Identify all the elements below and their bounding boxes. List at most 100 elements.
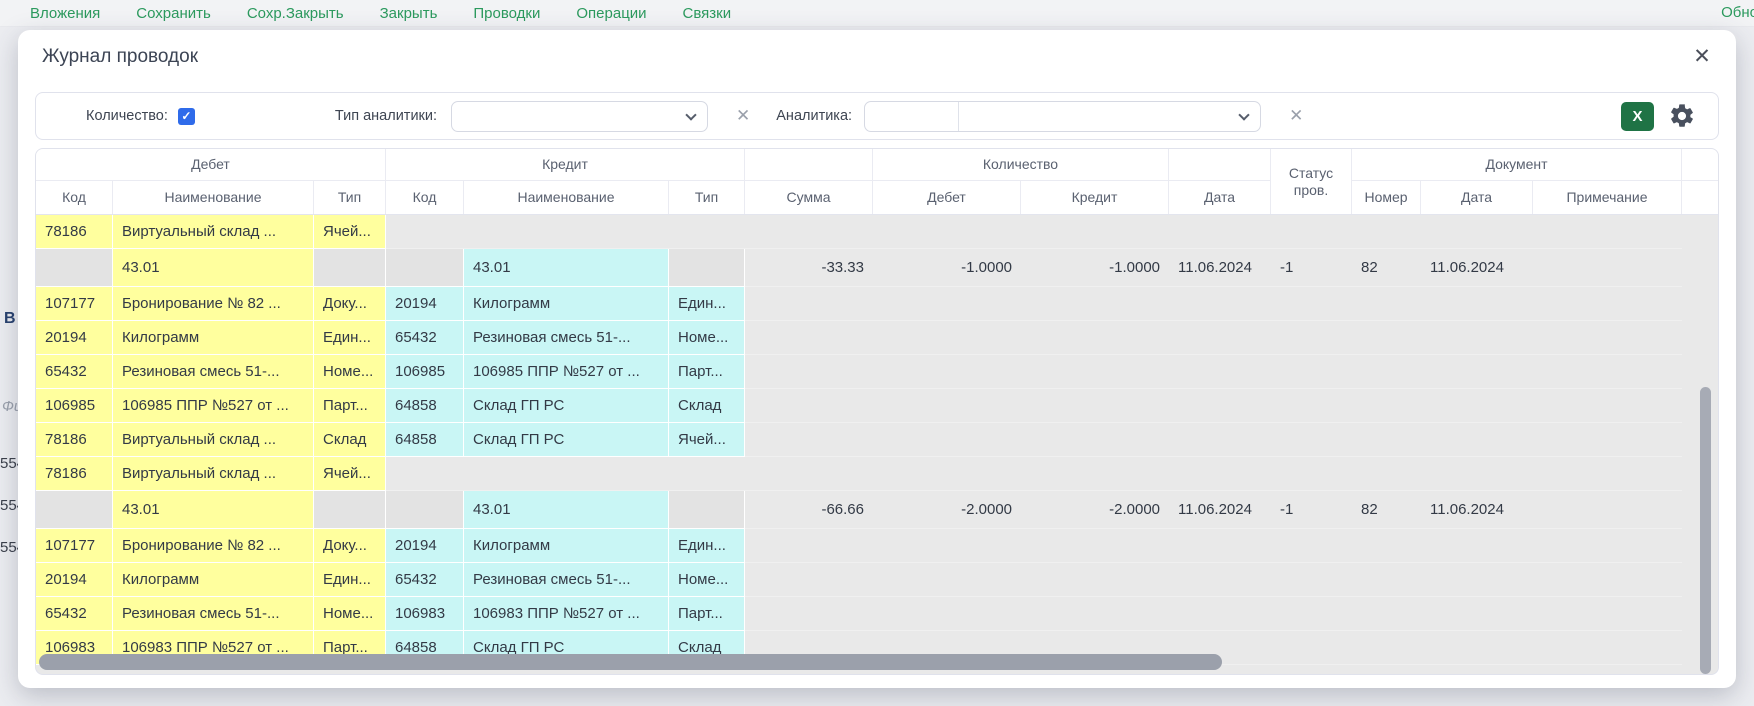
cell-credit-code[interactable]: 106983 <box>386 597 464 631</box>
close-icon[interactable]: ✕ <box>1688 42 1716 70</box>
cell-qty-debit[interactable]: -2.0000 <box>873 491 1021 529</box>
cell-debit-type[interactable]: Парт... <box>314 389 386 423</box>
cell-date[interactable] <box>1169 355 1271 389</box>
cell-credit-name[interactable]: Килограмм <box>464 529 669 563</box>
cell-sum[interactable] <box>745 563 873 597</box>
cell-credit-code[interactable] <box>386 457 464 491</box>
table-row[interactable]: 65432Резиновая смесь 51-...Номе...106983… <box>36 597 1718 631</box>
table-row[interactable]: 20194КилограммЕдин...65432Резиновая смес… <box>36 563 1718 597</box>
cell-credit-code[interactable]: 106985 <box>386 355 464 389</box>
cell-credit-name[interactable]: Склад ГП РС <box>464 389 669 423</box>
table-row[interactable]: 43.0143.01-66.66-2.0000-2.000011.06.2024… <box>36 491 1718 529</box>
cell-debit-name[interactable]: 106985 ППР №527 от ... <box>113 389 314 423</box>
cell-qty-credit[interactable] <box>1021 389 1169 423</box>
cell-qty-debit[interactable] <box>873 563 1021 597</box>
cell-debit-code[interactable]: 107177 <box>36 287 113 321</box>
cell-debit-type[interactable]: Склад <box>314 423 386 457</box>
cell-doc-number[interactable] <box>1352 215 1421 249</box>
column-header-qty-debit[interactable]: Дебет <box>873 181 1021 214</box>
menu-item-save-close[interactable]: Сохр.Закрыть <box>247 5 344 22</box>
cell-doc-date[interactable] <box>1421 287 1533 321</box>
cell-date[interactable] <box>1169 389 1271 423</box>
cell-doc-date[interactable]: 11.06.2024 <box>1421 249 1533 287</box>
cell-credit-type[interactable]: Един... <box>669 287 745 321</box>
cell-note[interactable] <box>1533 457 1682 491</box>
cell-doc-date[interactable] <box>1421 563 1533 597</box>
cell-credit-name[interactable] <box>464 457 669 491</box>
table-row[interactable]: 107177Бронирование № 82 ...Доку...20194К… <box>36 287 1718 321</box>
quantity-checkbox[interactable]: ✓ <box>178 108 195 125</box>
cell-debit-name[interactable]: Бронирование № 82 ... <box>113 287 314 321</box>
cell-debit-type[interactable]: Ячей... <box>314 215 386 249</box>
cell-doc-date[interactable] <box>1421 321 1533 355</box>
cell-qty-debit[interactable]: -1.0000 <box>873 249 1021 287</box>
analytics-select[interactable] <box>864 101 1261 132</box>
cell-qty-debit[interactable] <box>873 597 1021 631</box>
cell-doc-date[interactable]: 11.06.2024 <box>1421 491 1533 529</box>
cell-credit-type[interactable] <box>669 215 745 249</box>
cell-doc-date[interactable] <box>1421 215 1533 249</box>
cell-qty-credit[interactable] <box>1021 287 1169 321</box>
cell-debit-name[interactable]: Резиновая смесь 51-... <box>113 597 314 631</box>
cell-sum[interactable] <box>745 355 873 389</box>
cell-date[interactable] <box>1169 597 1271 631</box>
cell-credit-name[interactable]: Склад ГП РС <box>464 423 669 457</box>
cell-qty-debit[interactable] <box>873 423 1021 457</box>
table-row[interactable]: 78186Виртуальный склад ...Ячей... <box>36 215 1718 249</box>
cell-debit-name[interactable]: Виртуальный склад ... <box>113 457 314 491</box>
cell-note[interactable] <box>1533 529 1682 563</box>
cell-credit-code[interactable]: 65432 <box>386 321 464 355</box>
cell-credit-type[interactable] <box>669 249 745 287</box>
cell-date[interactable] <box>1169 215 1271 249</box>
cell-credit-type[interactable] <box>669 491 745 529</box>
table-row[interactable]: 78186Виртуальный склад ...Склад64858Скла… <box>36 423 1718 457</box>
cell-qty-debit[interactable] <box>873 389 1021 423</box>
cell-credit-type[interactable]: Парт... <box>669 597 745 631</box>
cell-credit-code[interactable]: 65432 <box>386 563 464 597</box>
cell-status[interactable] <box>1271 423 1352 457</box>
cell-qty-debit[interactable] <box>873 287 1021 321</box>
cell-doc-date[interactable] <box>1421 423 1533 457</box>
cell-debit-code[interactable]: 78186 <box>36 457 113 491</box>
menu-item-save[interactable]: Сохранить <box>136 5 211 22</box>
cell-sum[interactable] <box>745 597 873 631</box>
cell-sum[interactable] <box>745 457 873 491</box>
cell-note[interactable] <box>1533 563 1682 597</box>
cell-debit-type[interactable] <box>314 491 386 529</box>
cell-debit-code[interactable] <box>36 491 113 529</box>
cell-debit-name[interactable]: Виртуальный склад ... <box>113 215 314 249</box>
cell-debit-name[interactable]: Килограмм <box>113 563 314 597</box>
cell-qty-debit[interactable] <box>873 529 1021 563</box>
cell-doc-number[interactable] <box>1352 529 1421 563</box>
cell-debit-code[interactable]: 65432 <box>36 597 113 631</box>
column-header-qty-credit[interactable]: Кредит <box>1021 181 1169 214</box>
table-row[interactable]: 43.0143.01-33.33-1.0000-1.000011.06.2024… <box>36 249 1718 287</box>
cell-debit-code[interactable]: 65432 <box>36 355 113 389</box>
cell-sum[interactable]: -66.66 <box>745 491 873 529</box>
cell-qty-credit[interactable] <box>1021 529 1169 563</box>
cell-status[interactable] <box>1271 563 1352 597</box>
cell-qty-credit[interactable] <box>1021 597 1169 631</box>
cell-debit-code[interactable]: 78186 <box>36 215 113 249</box>
cell-note[interactable] <box>1533 389 1682 423</box>
column-header-debit-code[interactable]: Код <box>36 181 113 214</box>
cell-qty-credit[interactable]: -2.0000 <box>1021 491 1169 529</box>
cell-credit-name[interactable]: 43.01 <box>464 249 669 287</box>
cell-debit-code[interactable] <box>36 249 113 287</box>
cell-debit-code[interactable]: 20194 <box>36 321 113 355</box>
cell-credit-name[interactable]: Резиновая смесь 51-... <box>464 563 669 597</box>
cell-debit-type[interactable]: Един... <box>314 321 386 355</box>
cell-doc-number[interactable] <box>1352 321 1421 355</box>
cell-debit-type[interactable] <box>314 249 386 287</box>
cell-credit-type[interactable]: Склад <box>669 389 745 423</box>
cell-note[interactable] <box>1533 631 1682 665</box>
table-row[interactable]: 78186Виртуальный склад ...Ячей... <box>36 457 1718 491</box>
cell-debit-code[interactable]: 20194 <box>36 563 113 597</box>
cell-debit-type[interactable]: Доку... <box>314 529 386 563</box>
cell-date[interactable]: 11.06.2024 <box>1169 491 1271 529</box>
cell-debit-code[interactable]: 107177 <box>36 529 113 563</box>
cell-credit-type[interactable]: Номе... <box>669 563 745 597</box>
cell-debit-type[interactable]: Номе... <box>314 355 386 389</box>
menu-item-close[interactable]: Закрыть <box>380 5 438 22</box>
cell-qty-credit[interactable] <box>1021 563 1169 597</box>
